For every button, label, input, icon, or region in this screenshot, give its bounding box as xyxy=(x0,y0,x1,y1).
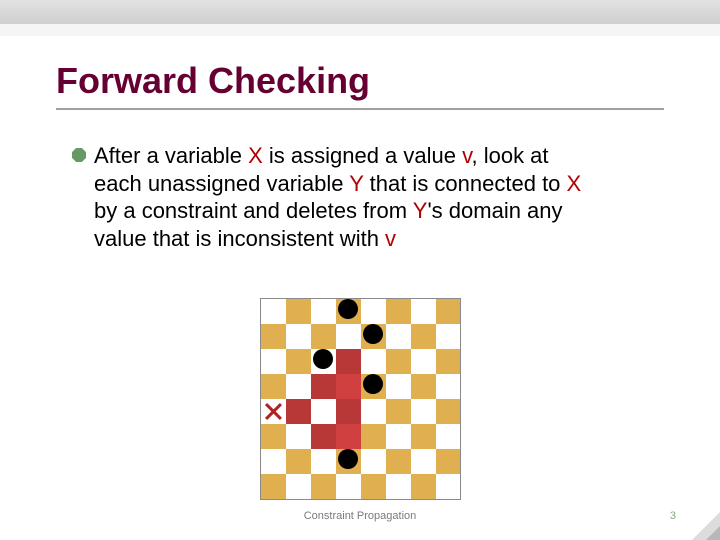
board-cell xyxy=(261,399,286,424)
title-underline xyxy=(56,108,664,110)
board-cell xyxy=(361,374,386,399)
queen-dot-icon xyxy=(338,449,358,469)
board-cell xyxy=(311,374,336,399)
queen-dot-icon xyxy=(363,324,383,344)
val-v2: v xyxy=(385,226,396,251)
board-cell xyxy=(436,299,461,325)
board-cell xyxy=(261,299,286,325)
board-cell xyxy=(386,324,411,349)
board-cell xyxy=(311,349,336,374)
body-part: After a variable xyxy=(94,143,248,168)
board-cell xyxy=(286,349,311,374)
slide-title: Forward Checking xyxy=(56,60,370,102)
board-cell xyxy=(286,424,311,449)
board-cell xyxy=(411,299,436,325)
board-cell xyxy=(411,374,436,399)
board-cell xyxy=(336,399,361,424)
board-cell xyxy=(286,399,311,424)
bullet-square-icon xyxy=(72,148,86,162)
board-cell xyxy=(361,424,386,449)
board-cell xyxy=(336,424,361,449)
board-cell xyxy=(336,324,361,349)
board-cell xyxy=(386,349,411,374)
board-cell xyxy=(261,349,286,374)
board-cell xyxy=(386,424,411,449)
board-cell xyxy=(436,424,461,449)
board-cell xyxy=(336,349,361,374)
board-cell xyxy=(436,349,461,374)
board-cell xyxy=(411,449,436,474)
board-cell xyxy=(261,449,286,474)
board-cell xyxy=(411,399,436,424)
board-cell xyxy=(411,474,436,499)
board-cell xyxy=(336,474,361,499)
var-x2: X xyxy=(567,171,582,196)
footer-label: Constraint Propagation xyxy=(0,510,720,522)
board-cell xyxy=(386,299,411,325)
board-cell xyxy=(261,324,286,349)
board-cell xyxy=(286,474,311,499)
var-y2: Y xyxy=(413,198,428,223)
board-cell xyxy=(436,399,461,424)
board-cell xyxy=(411,324,436,349)
board-cell xyxy=(386,399,411,424)
board-cell xyxy=(361,299,386,325)
board-cell xyxy=(436,374,461,399)
body-part: is assigned a value xyxy=(263,143,462,168)
board-cell xyxy=(386,449,411,474)
board-cell xyxy=(411,349,436,374)
board-cell xyxy=(286,324,311,349)
board-cell xyxy=(436,449,461,474)
board-cell xyxy=(261,424,286,449)
board-cell xyxy=(311,424,336,449)
queens-board xyxy=(260,298,461,500)
board-cell xyxy=(386,374,411,399)
window-top-bar xyxy=(0,0,720,24)
board-cell xyxy=(336,374,361,399)
board-cell xyxy=(261,474,286,499)
board-cell xyxy=(311,299,336,325)
board-cell xyxy=(286,449,311,474)
var-y: Y xyxy=(349,171,363,196)
page-number: 3 xyxy=(670,510,676,522)
board-cell xyxy=(336,299,361,325)
board-cell xyxy=(286,299,311,325)
board-cell xyxy=(361,349,386,374)
board-cell xyxy=(386,474,411,499)
board-cell xyxy=(311,324,336,349)
board-cell xyxy=(261,374,286,399)
body-part: by a constraint and deletes from xyxy=(94,198,413,223)
window-sub-bar xyxy=(0,24,720,36)
board-cell xyxy=(311,449,336,474)
var-x: X xyxy=(248,143,263,168)
board-cell xyxy=(336,449,361,474)
board-cell xyxy=(361,474,386,499)
board-cell xyxy=(311,399,336,424)
board-cell xyxy=(361,399,386,424)
page-fold-icon xyxy=(692,512,720,540)
board-cell xyxy=(436,324,461,349)
board-cell xyxy=(311,474,336,499)
queen-dot-icon xyxy=(338,299,358,319)
board-cell xyxy=(411,424,436,449)
body-part: that is connected to xyxy=(364,171,567,196)
board-cell xyxy=(361,324,386,349)
slide-body-text: After a variable X is assigned a value v… xyxy=(94,142,594,252)
board-cell xyxy=(436,474,461,499)
queen-dot-icon xyxy=(313,349,333,369)
board-cell xyxy=(286,374,311,399)
board-cell xyxy=(361,449,386,474)
queen-dot-icon xyxy=(363,374,383,394)
